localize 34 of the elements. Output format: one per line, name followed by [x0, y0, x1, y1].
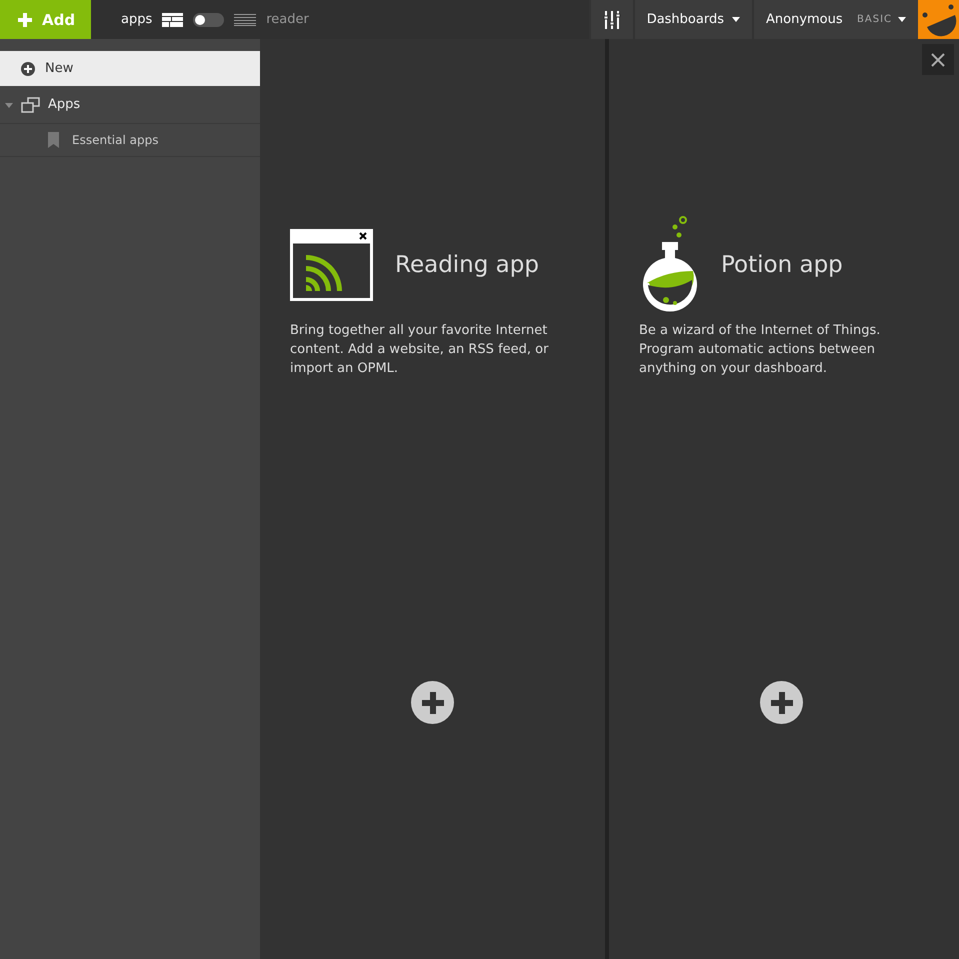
reader-view-label: reader: [266, 12, 309, 27]
app-title: Reading app: [395, 252, 539, 278]
bookmark-icon: [48, 132, 59, 148]
app-description: Bring together all your favorite Internet content. Add a website, an RSS feed, or import an OPML.: [290, 322, 550, 378]
add-app-button[interactable]: [760, 681, 803, 724]
plus-icon: [18, 12, 32, 26]
add-app-button[interactable]: [411, 681, 454, 724]
add-circle-icon: [21, 62, 35, 76]
tree-label: Essential apps: [72, 133, 158, 147]
settings-button[interactable]: [588, 0, 633, 39]
view-toggle[interactable]: [193, 12, 224, 26]
dashboards-menu[interactable]: Dashboards: [632, 0, 752, 39]
tree-label: Apps: [48, 97, 80, 112]
plan-label: BASIC: [856, 14, 892, 25]
apps-view-label: apps: [121, 12, 152, 27]
close-icon: [931, 52, 945, 66]
plus-icon: [770, 692, 792, 714]
new-field[interactable]: New: [0, 51, 260, 86]
close-button[interactable]: [922, 44, 954, 75]
caret-icon: [732, 17, 740, 22]
tree-item[interactable]: Apps: [0, 86, 260, 124]
rss-window-icon: [290, 229, 373, 301]
app-description: Be a wizard of the Internet of Things. Program automatic actions between anything on your dashboard.: [639, 322, 882, 378]
sliders-icon: [602, 10, 621, 28]
caret-icon: [898, 17, 906, 22]
app-title: Potion app: [721, 252, 843, 278]
windows-icon: [21, 96, 40, 112]
lines-icon: [234, 14, 256, 26]
new-input[interactable]: New: [45, 61, 225, 76]
plus-icon: [422, 692, 444, 714]
smiley-logo-icon[interactable]: [918, 0, 959, 39]
grid-icon: [162, 12, 184, 26]
user-menu[interactable]: Anonymous BASIC: [752, 0, 918, 39]
tree-item[interactable]: Essential apps: [0, 124, 260, 157]
